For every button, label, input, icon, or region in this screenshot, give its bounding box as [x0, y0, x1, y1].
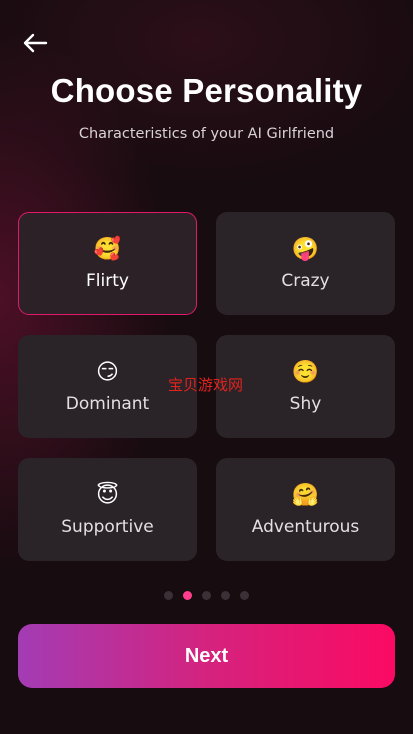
hugging-face-icon: 🤗 — [291, 482, 320, 508]
personality-card-adventurous[interactable]: 🤗 Adventurous — [216, 458, 395, 561]
pagination-dot[interactable] — [164, 591, 173, 600]
personality-label: Flirty — [86, 270, 129, 291]
watermark: 宝贝游戏网 — [168, 376, 244, 394]
personality-label: Shy — [289, 393, 322, 414]
pagination-dot-active[interactable] — [183, 591, 192, 600]
personality-card-crazy[interactable]: 🤪 Crazy — [216, 212, 395, 315]
page-title: Choose Personality — [50, 72, 363, 109]
zany-face-icon: 🤪 — [291, 236, 320, 262]
smiling-face-icon: ☺️ — [291, 359, 320, 385]
personality-label: Crazy — [281, 270, 330, 291]
pagination-dot[interactable] — [221, 591, 230, 600]
smiling-face-with-hearts-icon: 🥰 — [93, 236, 122, 262]
back-button[interactable] — [20, 30, 50, 56]
next-button[interactable]: Next — [18, 624, 395, 688]
pagination-dots — [0, 591, 413, 600]
personality-card-supportive[interactable]: 😇 Supportive — [18, 458, 197, 561]
personality-label: Adventurous — [251, 516, 360, 537]
personality-label: Supportive — [61, 516, 154, 537]
arrow-left-icon — [23, 33, 48, 53]
page-subtitle: Characteristics of your AI Girlfriend — [78, 126, 335, 142]
smiling-face-with-halo-icon: 😇 — [96, 482, 119, 508]
pagination-dot[interactable] — [240, 591, 249, 600]
smirking-face-icon: 😏 — [96, 359, 119, 385]
personality-card-flirty[interactable]: 🥰 Flirty — [18, 212, 197, 315]
personality-label: Dominant — [65, 393, 150, 414]
pagination-dot[interactable] — [202, 591, 211, 600]
